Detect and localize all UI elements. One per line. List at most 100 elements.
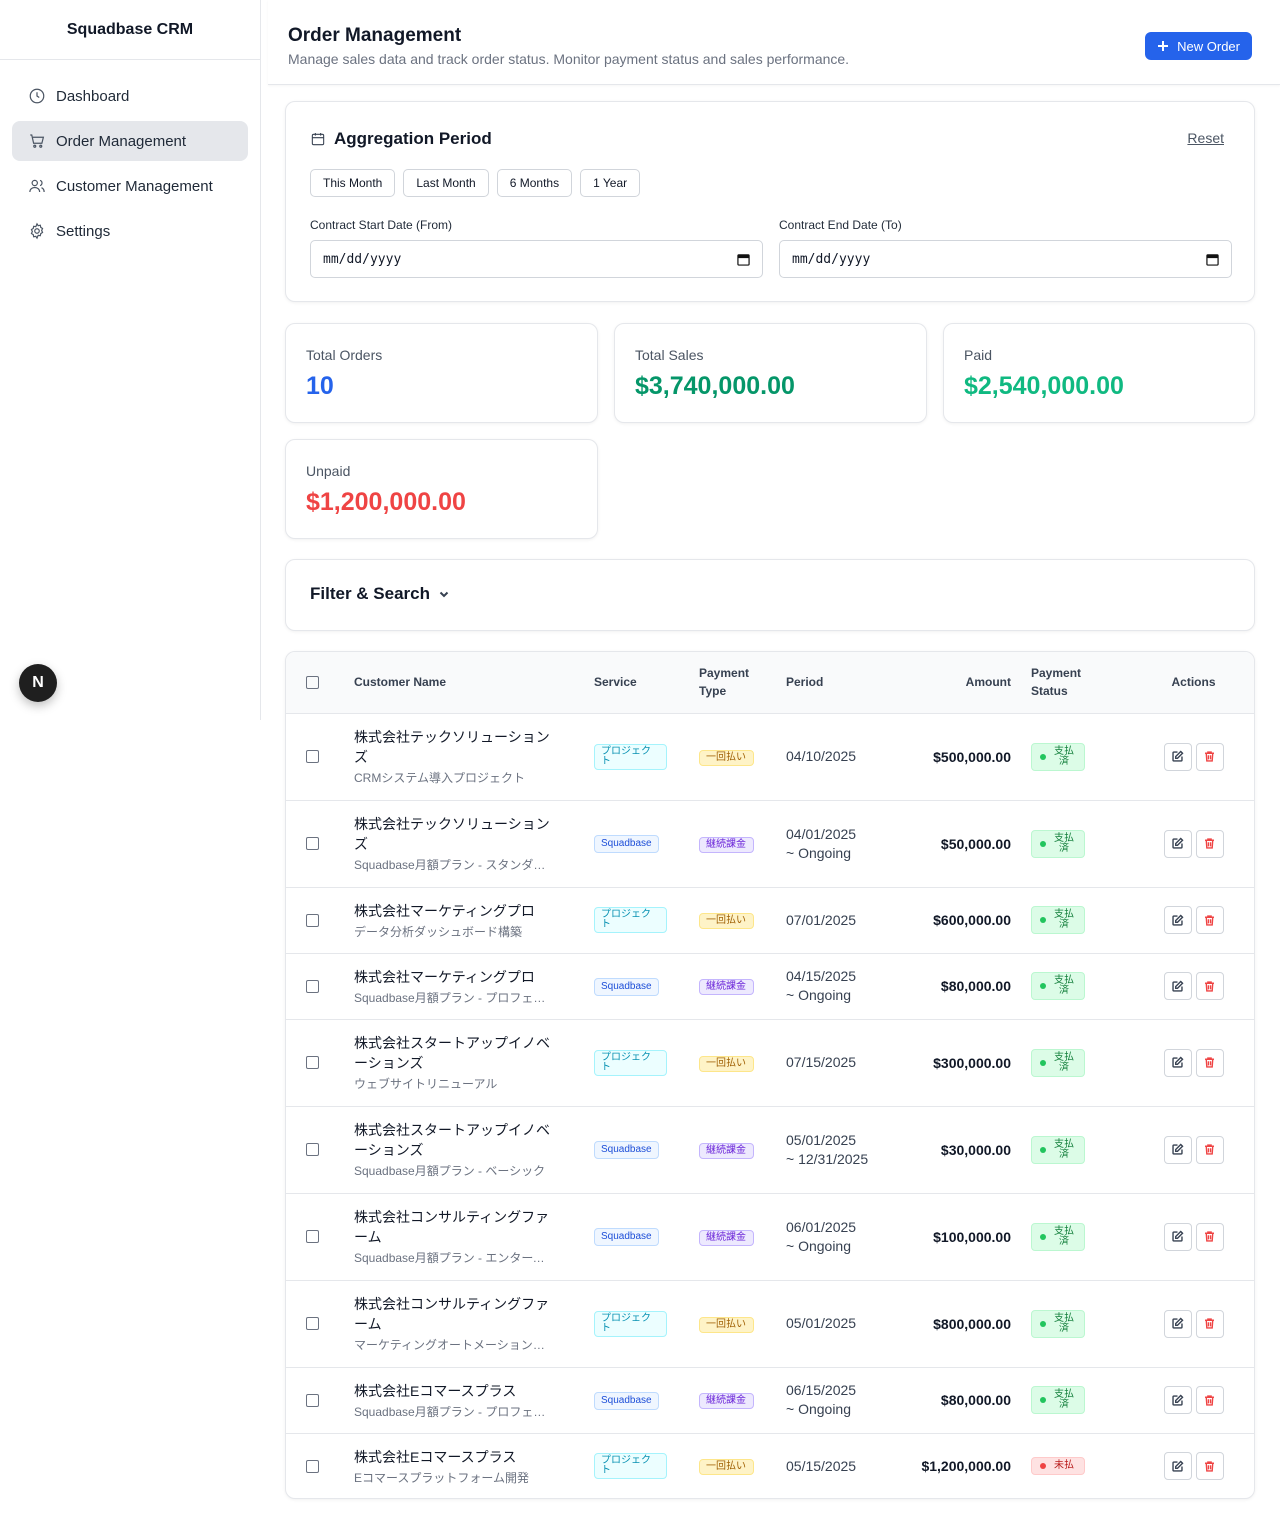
sidebar-item-customer-management[interactable]: Customer Management bbox=[12, 166, 248, 206]
row-checkbox[interactable] bbox=[306, 1230, 319, 1243]
reset-link[interactable]: Reset bbox=[1187, 130, 1224, 146]
row-checkbox[interactable] bbox=[306, 837, 319, 850]
start-date-input[interactable]: mm/dd/yyyy bbox=[310, 240, 763, 278]
delete-button[interactable] bbox=[1195, 1309, 1224, 1338]
payment-type-badge: 一回払い bbox=[699, 1459, 754, 1476]
customer-name[interactable]: 株式会社Eコマースプラス bbox=[354, 1447, 554, 1467]
customer-name[interactable]: 株式会社テックソリューションズ bbox=[354, 814, 554, 854]
sidebar-item-label: Dashboard bbox=[56, 87, 130, 105]
filter-title: Filter & Search bbox=[310, 584, 430, 603]
col-label: Status bbox=[1031, 684, 1068, 699]
sidebar-item-dashboard[interactable]: Dashboard bbox=[12, 76, 248, 116]
chip-1-year[interactable]: 1 Year bbox=[580, 169, 641, 197]
row-checkbox[interactable] bbox=[306, 1317, 319, 1330]
row-checkbox[interactable] bbox=[306, 750, 319, 763]
calendar-picker-icon[interactable] bbox=[737, 253, 750, 266]
status-label: 支払済 bbox=[1054, 909, 1074, 930]
status-dot-icon bbox=[1040, 1463, 1046, 1470]
row-checkbox[interactable] bbox=[306, 913, 319, 927]
sidebar: Squadbase CRM Dashboard Order Management… bbox=[0, 0, 261, 720]
edit-button[interactable] bbox=[1163, 1222, 1192, 1251]
edit-button[interactable] bbox=[1163, 1309, 1192, 1338]
delete-button[interactable] bbox=[1195, 972, 1224, 1000]
col-service[interactable]: Service bbox=[594, 652, 699, 714]
edit-button[interactable] bbox=[1163, 1048, 1192, 1077]
status-dot-icon bbox=[1040, 1320, 1046, 1327]
customer-name[interactable]: 株式会社スタートアップイノベーションズ bbox=[354, 1033, 554, 1073]
table-row[interactable]: 株式会社マーケティングプロ Squadbase月額プラン - プロフェッショナル… bbox=[286, 953, 1254, 1020]
row-checkbox[interactable] bbox=[306, 1143, 319, 1156]
row-checkbox[interactable] bbox=[306, 979, 319, 993]
payment-status-badge: 支払済 bbox=[1031, 972, 1085, 1000]
aggregation-title: Aggregation Period bbox=[310, 129, 492, 149]
customer-name[interactable]: 株式会社スタートアップイノベーションズ bbox=[354, 1120, 554, 1160]
edit-button[interactable] bbox=[1163, 972, 1192, 1000]
customer-name[interactable]: 株式会社コンサルティングファーム bbox=[354, 1294, 554, 1334]
new-order-button[interactable]: New Order bbox=[1145, 32, 1252, 60]
col-payment-status[interactable]: Payment Status bbox=[1031, 652, 1131, 714]
edit-button[interactable] bbox=[1163, 906, 1192, 934]
period-end: ~ Ongoing bbox=[786, 1401, 851, 1417]
delete-button[interactable] bbox=[1195, 829, 1224, 858]
edit-button[interactable] bbox=[1163, 1452, 1192, 1481]
payment-status-badge: 支払済 bbox=[1031, 829, 1085, 858]
order-description: マーケティングオートメーション導入 bbox=[354, 1338, 554, 1352]
customer-name[interactable]: 株式会社マーケティングプロ bbox=[354, 967, 554, 987]
nextjs-dev-badge[interactable]: N bbox=[19, 664, 57, 702]
col-amount[interactable]: Amount bbox=[896, 652, 1031, 714]
delete-button[interactable] bbox=[1195, 906, 1224, 934]
chip-6-months[interactable]: 6 Months bbox=[496, 169, 573, 197]
table-row[interactable]: 株式会社マーケティングプロ データ分析ダッシュボード構築 プロジェクト 一回払い… bbox=[286, 887, 1254, 954]
edit-icon bbox=[1172, 1460, 1184, 1472]
table-row[interactable]: 株式会社スタートアップイノベーションズ ウェブサイトリニューアル プロジェクト … bbox=[286, 1019, 1254, 1107]
delete-button[interactable] bbox=[1195, 742, 1224, 771]
table-row[interactable]: 株式会社コンサルティングファーム Squadbase月額プラン - エンタープラ… bbox=[286, 1193, 1254, 1281]
edit-icon bbox=[1172, 979, 1184, 992]
row-checkbox[interactable] bbox=[306, 1393, 319, 1407]
table-row[interactable]: 株式会社テックソリューションズ Squadbase月額プラン - スタンダード … bbox=[286, 800, 1254, 888]
table-row[interactable]: 株式会社テックソリューションズ CRMシステム導入プロジェクト プロジェクト 一… bbox=[286, 713, 1254, 801]
calendar-picker-icon[interactable] bbox=[1206, 253, 1219, 266]
filter-search-panel[interactable]: Filter & Search bbox=[285, 559, 1255, 631]
delete-button[interactable] bbox=[1195, 1048, 1224, 1077]
customer-name[interactable]: 株式会社マーケティングプロ bbox=[354, 901, 554, 921]
table-row[interactable]: 株式会社スタートアップイノベーションズ Squadbase月額プラン - ベーシ… bbox=[286, 1106, 1254, 1194]
sidebar-nav: Dashboard Order Management Customer Mana… bbox=[0, 60, 260, 272]
edit-button[interactable] bbox=[1163, 1135, 1192, 1164]
col-payment-type[interactable]: Payment Type bbox=[699, 652, 786, 714]
customer-name[interactable]: 株式会社Eコマースプラス bbox=[354, 1381, 554, 1401]
delete-button[interactable] bbox=[1195, 1135, 1224, 1164]
payment-status-badge: 支払済 bbox=[1031, 742, 1085, 771]
order-description: Squadbase月額プラン - プロフェッショナル bbox=[354, 990, 554, 1005]
payment-type-badge: 継続課金 bbox=[699, 1229, 754, 1246]
table-row[interactable]: 株式会社コンサルティングファーム マーケティングオートメーション導入 プロジェク… bbox=[286, 1280, 1254, 1368]
delete-button[interactable] bbox=[1195, 1386, 1224, 1414]
end-date-input[interactable]: mm/dd/yyyy bbox=[779, 240, 1232, 278]
row-checkbox[interactable] bbox=[306, 1056, 319, 1069]
status-dot-icon bbox=[1040, 1397, 1046, 1403]
status-label: 支払済 bbox=[1054, 832, 1074, 854]
edit-button[interactable] bbox=[1163, 1386, 1192, 1414]
table-row[interactable]: 株式会社Eコマースプラス Squadbase月額プラン - プロフェッショナル … bbox=[286, 1367, 1254, 1434]
select-all-checkbox[interactable] bbox=[306, 675, 319, 689]
table-row[interactable]: 株式会社Eコマースプラス Eコマースプラットフォーム開発 プロジェクト 一回払い… bbox=[286, 1433, 1254, 1498]
new-order-label: New Order bbox=[1177, 38, 1240, 54]
edit-button[interactable] bbox=[1163, 742, 1192, 771]
chip-last-month[interactable]: Last Month bbox=[403, 169, 489, 197]
chip-this-month[interactable]: This Month bbox=[310, 169, 396, 197]
customer-name[interactable]: 株式会社テックソリューションズ bbox=[354, 727, 554, 767]
row-checkbox[interactable] bbox=[306, 1459, 319, 1473]
trash-icon bbox=[1205, 1318, 1214, 1329]
service-badge: Squadbase bbox=[594, 1141, 659, 1159]
delete-button[interactable] bbox=[1195, 1222, 1224, 1251]
amount: $80,000.00 bbox=[896, 953, 1031, 1020]
sidebar-item-order-management[interactable]: Order Management bbox=[12, 121, 248, 161]
col-period[interactable]: Period bbox=[786, 652, 896, 714]
edit-button[interactable] bbox=[1163, 829, 1192, 858]
filter-toggle[interactable]: Filter & Search bbox=[310, 584, 450, 604]
col-customer-name[interactable]: Customer Name bbox=[354, 652, 594, 714]
customer-name[interactable]: 株式会社コンサルティングファーム bbox=[354, 1207, 554, 1247]
delete-button[interactable] bbox=[1195, 1452, 1224, 1481]
stat-card-paid: Paid $2,540,000.00 bbox=[943, 323, 1255, 423]
sidebar-item-settings[interactable]: Settings bbox=[12, 211, 248, 251]
